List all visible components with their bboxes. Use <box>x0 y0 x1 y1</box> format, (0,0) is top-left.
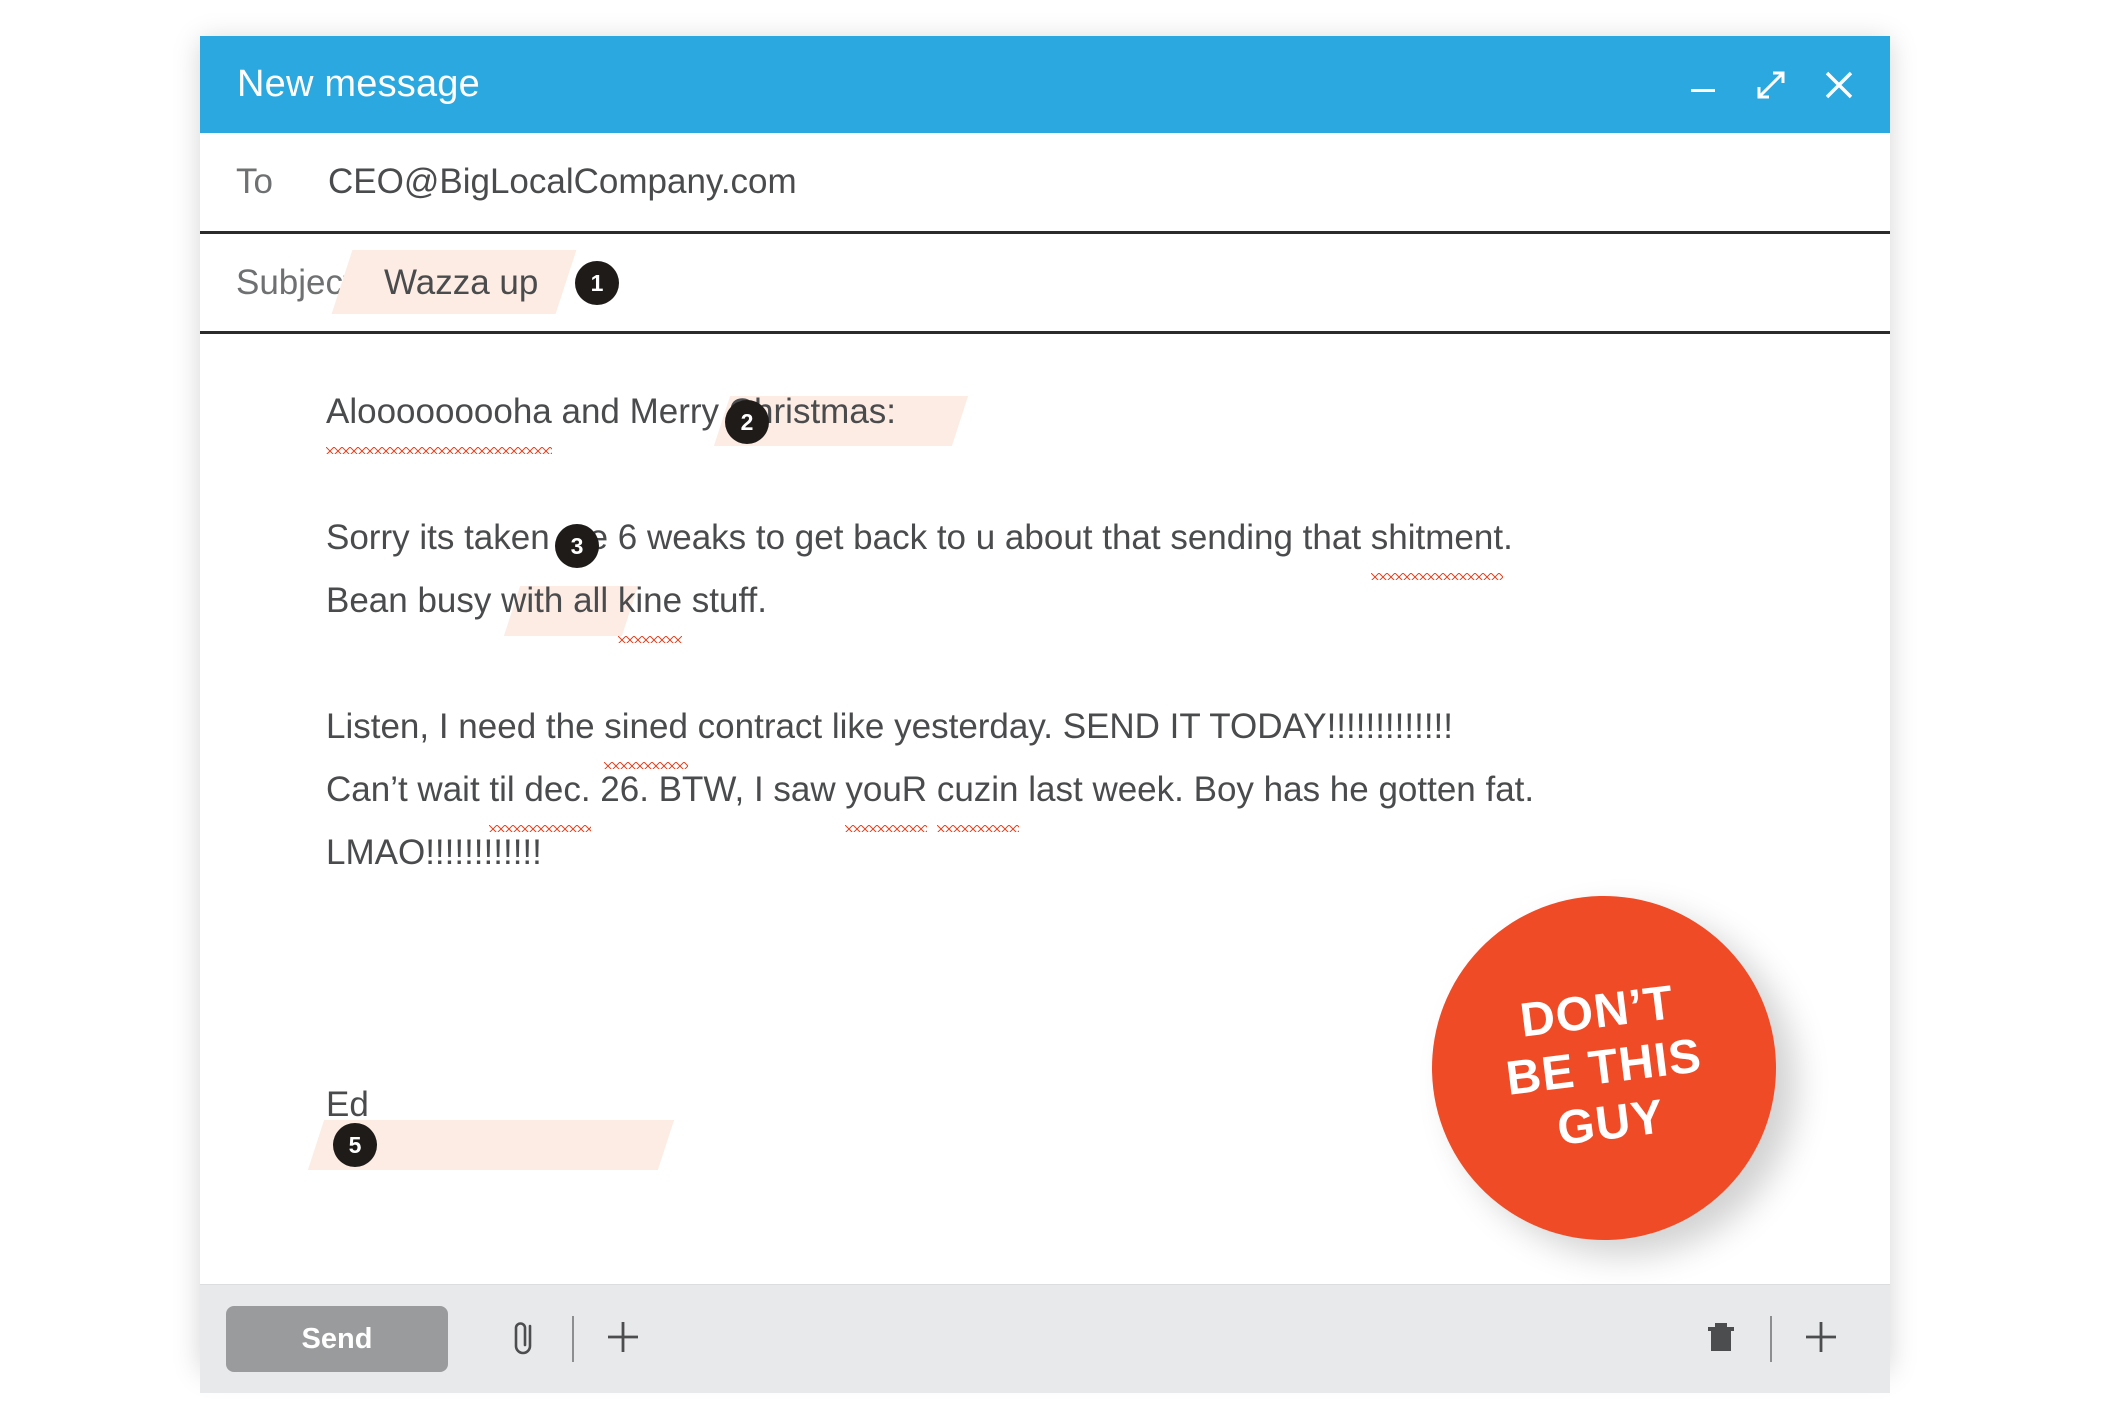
subject-input[interactable]: Wazza up <box>384 263 538 303</box>
line5-part-a: Can’t wait <box>326 770 490 809</box>
to-field-row[interactable]: To CEO@BigLocalCompany.com <box>200 133 1890 234</box>
expand-icon <box>1754 68 1788 102</box>
body-line-2: Sorry its taken me 6 weaks to get back t… <box>326 506 1850 580</box>
misspelling-shitment: shitment <box>1370 506 1504 580</box>
greeting-rest: and Merry Christmas: <box>551 392 897 431</box>
line5-part-g: last week. Boy has he gotten fat. <box>1018 770 1535 809</box>
line3-part-c: stuff. <box>682 581 768 620</box>
line2-part-a: Sorry its taken me 6 weaks to get back t… <box>326 518 1371 557</box>
paperclip-icon <box>501 1315 545 1364</box>
new-message-window: New message To CEO@BigLocalCompany.com S… <box>200 36 1890 1393</box>
line4-part-a: Listen, I need the <box>326 707 605 746</box>
to-input[interactable]: CEO@BigLocalCompany.com <box>328 162 797 202</box>
compose-toolbar: Send <box>200 1284 1890 1393</box>
body-spacer-2 <box>326 632 1850 695</box>
annotation-badge-1[interactable]: 1 <box>575 261 619 305</box>
line5-space <box>927 770 937 809</box>
annotation-badge-5[interactable]: 5 <box>333 1123 377 1167</box>
body-line-4: Listen, I need the sined contract like y… <box>326 695 1850 769</box>
misspelling-tildec: til dec. <box>489 758 591 832</box>
expand-button[interactable] <box>1742 56 1800 114</box>
subject-label: Subject <box>236 262 353 302</box>
close-icon <box>1823 69 1855 101</box>
toolbar-divider-right <box>1770 1316 1772 1362</box>
close-button[interactable] <box>1810 56 1868 114</box>
misspelling-sined: sined <box>604 695 688 769</box>
add-button-right[interactable] <box>1790 1308 1852 1370</box>
plus-icon <box>1798 1314 1844 1365</box>
line5-part-c: 26. BTW, I saw <box>590 770 846 809</box>
send-button[interactable]: Send <box>226 1306 448 1372</box>
minimize-button[interactable] <box>1674 56 1732 114</box>
annotation-badge-3[interactable]: 3 <box>555 524 599 568</box>
plus-icon <box>600 1314 646 1365</box>
body-line-5: Can’t wait til dec. 26. BTW, I saw youR … <box>326 758 1850 832</box>
window-controls <box>1674 36 1868 133</box>
minimize-icon <box>1688 70 1718 100</box>
line2-part-c: . <box>1503 518 1513 557</box>
message-body-area[interactable]: Alooooooooha and Merry Christmas: Sorry … <box>200 334 1890 1284</box>
trash-icon <box>1700 1316 1742 1363</box>
delete-button[interactable] <box>1690 1308 1752 1370</box>
window-title: New message <box>237 63 480 105</box>
subject-field-row[interactable]: Subject Wazza up 1 <box>200 234 1890 334</box>
sticker-text: DON’T BE THIS GUY <box>1496 973 1711 1164</box>
to-label: To <box>236 162 273 201</box>
toolbar-divider-left <box>572 1316 574 1362</box>
line4-part-c: contract like yesterday. SEND IT TODAY!!… <box>687 707 1453 746</box>
body-line-greeting: Alooooooooha and Merry Christmas: <box>326 380 1850 454</box>
toolbar-right-group <box>1678 1308 1852 1370</box>
add-button-left[interactable] <box>592 1308 654 1370</box>
misspelling-kine: kine <box>617 569 683 643</box>
misspelling-your: youR <box>845 758 927 832</box>
misspelling-aloha: Alooooooooha <box>326 380 552 454</box>
misspelling-cuzin: cuzin <box>936 758 1019 832</box>
window-titlebar: New message <box>200 36 1890 133</box>
annotation-badge-2[interactable]: 2 <box>725 400 769 444</box>
line3-part-a: Bean busy with all <box>326 581 618 620</box>
attach-button[interactable] <box>492 1308 554 1370</box>
body-line-3: Bean busy with all kine stuff. <box>326 569 1850 643</box>
